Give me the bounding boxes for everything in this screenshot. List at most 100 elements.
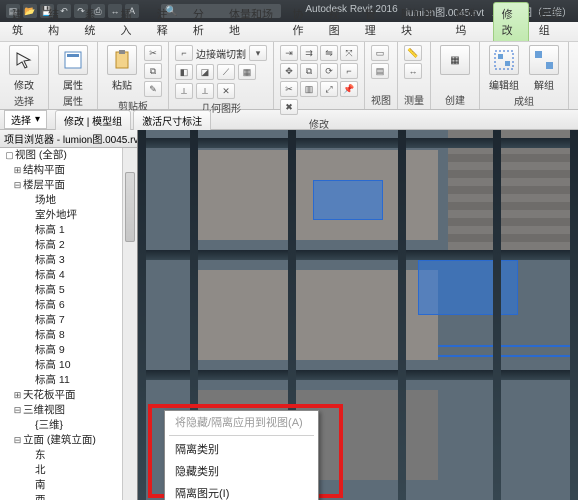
- split-button[interactable]: ⟋: [217, 64, 235, 80]
- match-button[interactable]: ✎: [144, 81, 162, 97]
- tree-node[interactable]: ▢视图 (全部): [0, 148, 122, 163]
- cope-dd[interactable]: ▾: [249, 45, 267, 61]
- properties-button[interactable]: 属性: [55, 45, 91, 92]
- paste-button[interactable]: 粘贴: [104, 45, 140, 92]
- ribbon-tabs: 建筑结构系统插入注释分析体量和场地协作视图管理附加模块构件坞修改模型组: [0, 22, 578, 42]
- context-menu-item[interactable]: 隔离类别: [165, 438, 318, 460]
- unjoin-button[interactable]: ⟂: [196, 83, 214, 99]
- tree-node[interactable]: ⊟三维视图: [0, 403, 122, 418]
- tree-node[interactable]: 标高 2: [0, 238, 122, 253]
- ribbon-tab[interactable]: 视图: [321, 3, 355, 41]
- tree-node[interactable]: ⊟立面 (建筑立面): [0, 433, 122, 448]
- tree-node[interactable]: 标高 9: [0, 343, 122, 358]
- panel-title: 创建: [437, 92, 473, 107]
- tree-node[interactable]: {三维}: [0, 418, 122, 433]
- measure-button[interactable]: 📏: [404, 45, 422, 61]
- delete-button[interactable]: ✖: [280, 99, 298, 115]
- offset-button[interactable]: ⇉: [300, 45, 318, 61]
- ribbon-tab[interactable]: 管理: [357, 3, 391, 41]
- panel-title: 视图: [371, 92, 391, 107]
- copy-tool-button[interactable]: ⧉: [300, 63, 318, 79]
- scale-button[interactable]: ⤢: [320, 81, 338, 97]
- ribbon-tab[interactable]: 注释: [149, 3, 183, 41]
- ribbon-tab[interactable]: 附加模块: [393, 3, 445, 41]
- tree-node[interactable]: 东: [0, 448, 122, 463]
- context-sub-tabs: 修改 | 模型组激活尺寸标注: [55, 110, 211, 130]
- trim-button[interactable]: ⌐: [340, 63, 358, 79]
- tree-node[interactable]: 室外地坪: [0, 208, 122, 223]
- context-sub-tab[interactable]: 修改 | 模型组: [55, 110, 131, 130]
- tree-node[interactable]: 标高 10: [0, 358, 122, 373]
- override-button[interactable]: ▤: [371, 63, 389, 79]
- tree-node[interactable]: 标高 4: [0, 268, 122, 283]
- tree-node[interactable]: ⊞天花板平面: [0, 388, 122, 403]
- tree-node[interactable]: 西: [0, 493, 122, 500]
- select-dropdown[interactable]: 选择 ▾: [4, 110, 47, 129]
- join-button[interactable]: ⟂: [175, 83, 193, 99]
- ribbon-tab[interactable]: 构件坞: [447, 3, 490, 41]
- panel-view: ▭ ▤ 视图: [365, 42, 398, 109]
- context-sub-tab[interactable]: 激活尺寸标注: [133, 110, 211, 130]
- move-button[interactable]: ✥: [280, 63, 298, 79]
- copy-button[interactable]: ⧉: [144, 63, 162, 79]
- ribbon-tab[interactable]: 模型组: [531, 3, 574, 41]
- align-button[interactable]: ⇥: [280, 45, 298, 61]
- ribbon-tab[interactable]: 协作: [284, 3, 318, 41]
- mirror-draw-button[interactable]: ⤧: [340, 45, 358, 61]
- context-menu: 将隐藏/隔离应用到视图(A)隔离类别隐藏类别隔离图元(I)隐藏图元(H): [164, 410, 319, 500]
- ribbon-tab[interactable]: 体量和场地: [221, 3, 282, 41]
- ribbon-tab[interactable]: 结构: [40, 3, 74, 41]
- tree-node[interactable]: 标高 11: [0, 373, 122, 388]
- context-menu-item[interactable]: 隐藏类别: [165, 460, 318, 482]
- context-menu-item[interactable]: 隔离图元(I): [165, 482, 318, 500]
- tree-node[interactable]: 标高 1: [0, 223, 122, 238]
- browser-scrollbar[interactable]: [122, 148, 137, 500]
- ribbon-tab[interactable]: 插入: [113, 3, 147, 41]
- rotate-button[interactable]: ⟳: [320, 63, 338, 79]
- project-tree[interactable]: ▢视图 (全部)⊞结构平面⊟楼层平面场地室外地坪标高 1标高 2标高 3标高 4…: [0, 148, 122, 500]
- panel-title: 测量: [404, 92, 424, 107]
- ungroup-button[interactable]: 解组: [526, 45, 562, 92]
- panel-clipboard: 粘贴 ✂ ⧉ ✎ 剪贴板: [98, 42, 169, 109]
- edit-group-button[interactable]: 编辑组: [486, 45, 522, 92]
- hide-button[interactable]: ▭: [371, 45, 389, 61]
- panel-group: 编辑组 解组 成组: [480, 42, 569, 109]
- tree-node[interactable]: 标高 6: [0, 298, 122, 313]
- tree-node[interactable]: 标高 7: [0, 313, 122, 328]
- tree-node[interactable]: 南: [0, 478, 122, 493]
- wall-open-button[interactable]: ▦: [238, 64, 256, 80]
- tree-node[interactable]: 北: [0, 463, 122, 478]
- tree-node[interactable]: 标高 5: [0, 283, 122, 298]
- panel-geometry: ⌐ 边接端切割 ▾ ◧ ◪ ⟋ ▦ ⟂ ⟂ ✕ 几何图形: [169, 42, 274, 109]
- panel-title: 修改: [280, 116, 358, 131]
- tree-node[interactable]: ⊟楼层平面: [0, 178, 122, 193]
- ribbon-tab[interactable]: 建筑: [4, 3, 38, 41]
- cope-button[interactable]: ⌐: [175, 45, 193, 61]
- split-elem-button[interactable]: ✂: [280, 81, 298, 97]
- modify-tool-button[interactable]: 修改: [6, 45, 42, 92]
- join-geom-button[interactable]: ◪: [196, 64, 214, 80]
- demo-button[interactable]: ✕: [217, 83, 235, 99]
- modify-tools-grid: ⇥ ⇉ ⇋ ⤧ ✥ ⧉ ⟳ ⌐ ✂ ▥ ⤢ 📌 ✖: [280, 45, 358, 115]
- panel-title: 选择: [6, 93, 42, 108]
- model-viewport[interactable]: 将隐藏/隔离应用到视图(A)隔离类别隐藏类别隔离图元(I)隐藏图元(H): [138, 130, 578, 500]
- panel-measure: 📏 ↔ 测量: [398, 42, 431, 109]
- ribbon-tab[interactable]: 系统: [76, 3, 110, 41]
- mirror-axis-button[interactable]: ⇋: [320, 45, 338, 61]
- tree-node[interactable]: ⊞结构平面: [0, 163, 122, 178]
- panel-select: 修改 选择: [0, 42, 49, 109]
- tree-node[interactable]: 标高 8: [0, 328, 122, 343]
- cut-geom-button[interactable]: ◧: [175, 64, 193, 80]
- array-button[interactable]: ▥: [300, 81, 318, 97]
- pin-button[interactable]: 📌: [340, 81, 358, 97]
- dim-button[interactable]: ↔: [404, 63, 422, 79]
- panel-create: ▦ 创建: [431, 42, 480, 109]
- tree-node[interactable]: 标高 3: [0, 253, 122, 268]
- tree-node[interactable]: 场地: [0, 193, 122, 208]
- context-menu-item: 将隐藏/隔离应用到视图(A): [165, 411, 318, 433]
- create-similar-button[interactable]: ▦: [437, 45, 473, 75]
- cut-button[interactable]: ✂: [144, 45, 162, 61]
- ribbon-tab[interactable]: 分析: [185, 3, 219, 41]
- ribbon-tab[interactable]: 修改: [493, 2, 529, 41]
- ribbon: 修改 选择 属性 属性 粘贴 ✂ ⧉ ✎ 剪贴板: [0, 42, 578, 110]
